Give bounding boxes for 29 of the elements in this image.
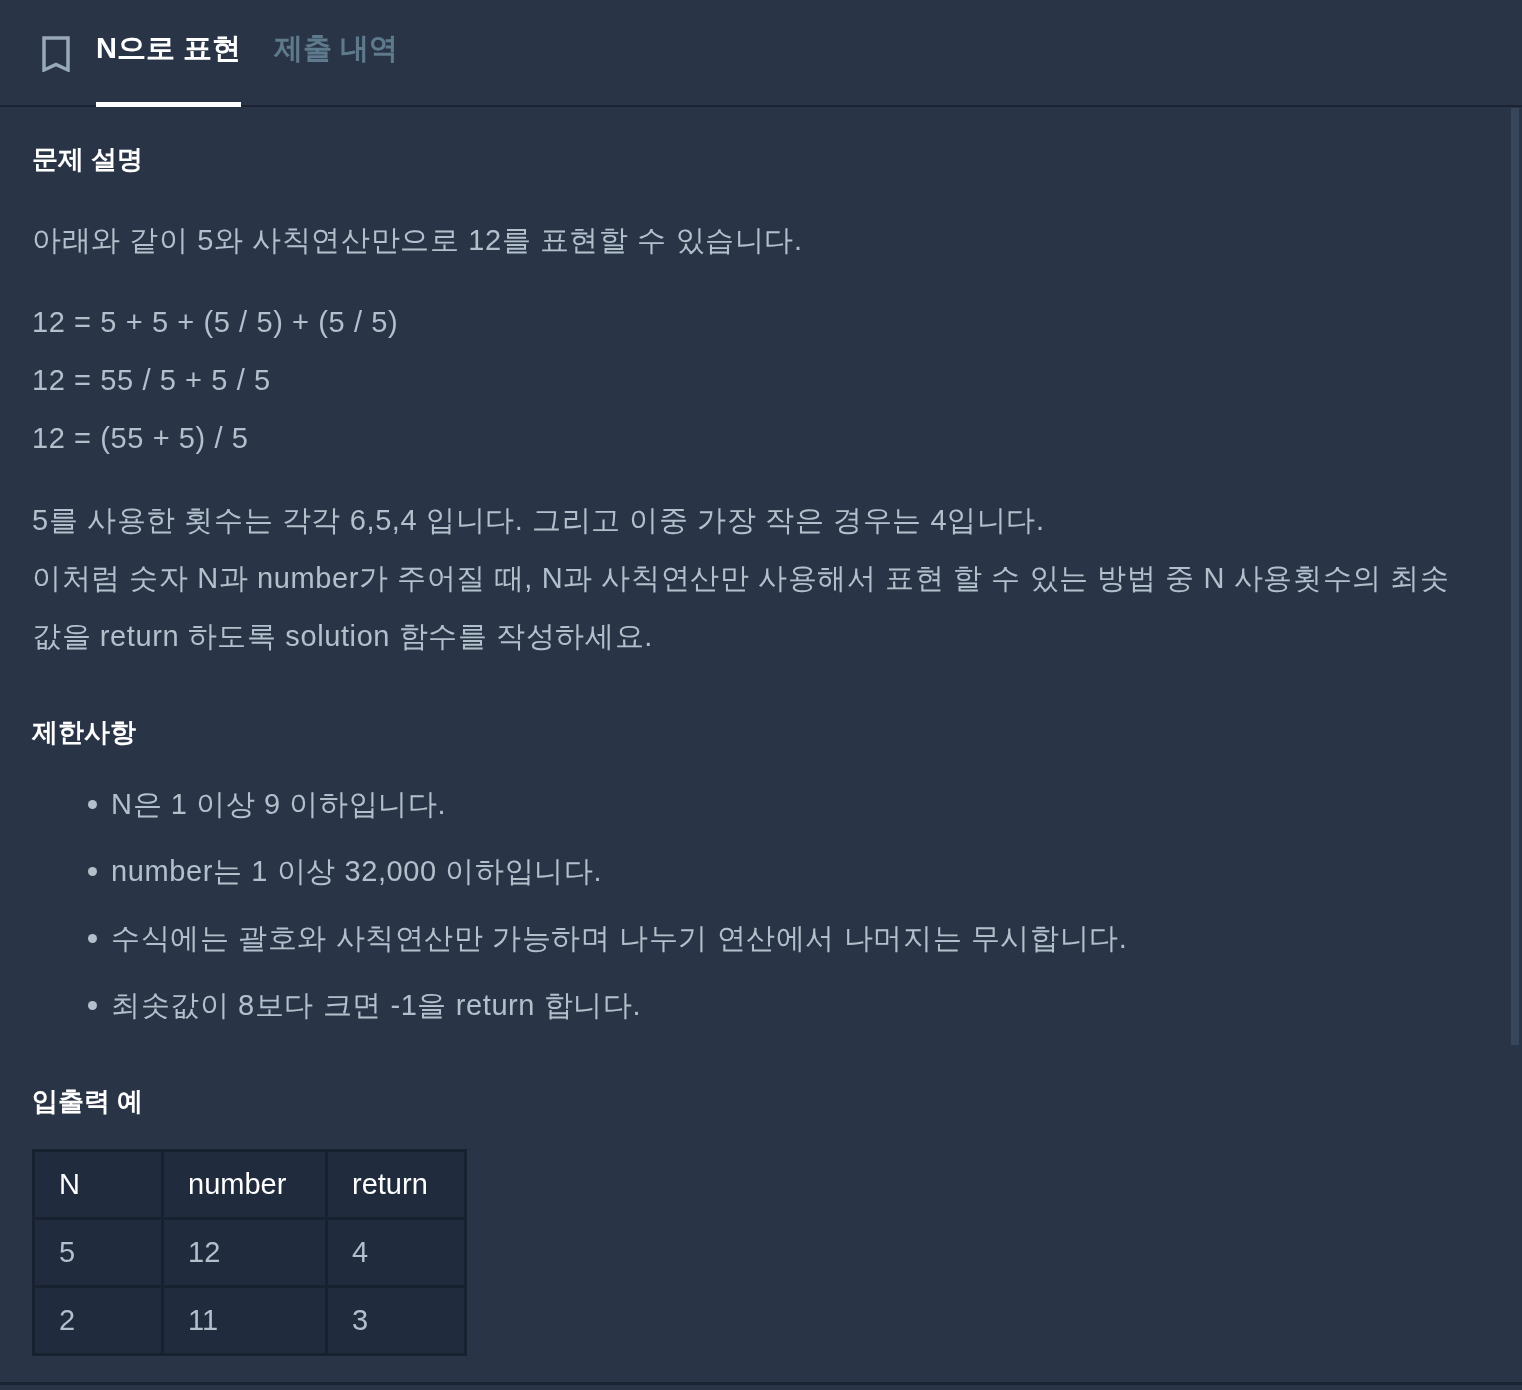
table-cell: 5 xyxy=(33,1218,163,1287)
bookmark-icon[interactable] xyxy=(42,35,70,72)
table-header-cell: return xyxy=(326,1150,466,1219)
table-cell: 11 xyxy=(162,1286,327,1355)
bullet-icon xyxy=(88,799,97,809)
scrollbar-thumb[interactable] xyxy=(1511,108,1519,1045)
section-heading: 제한사항 xyxy=(32,716,137,749)
list-item-text: 수식에는 괄호와 사칙연산만 가능하며 나누기 연산에서 나머지는 무시합니다. xyxy=(111,921,1128,956)
description-text: 5를 사용한 횟수는 각각 6,5,4 입니다. 그리고 이중 가장 작은 경우는 4입니다. xyxy=(32,503,1046,538)
table-cell: 4 xyxy=(326,1218,466,1287)
table-cell: 3 xyxy=(326,1286,466,1355)
table-cell: 2 xyxy=(33,1286,163,1355)
tab[interactable]: N으로 표현 xyxy=(96,0,241,107)
list-item-text: N은 1 이상 9 이하입니다. xyxy=(111,787,447,822)
description-text: 12 = 5 + 5 + (5 / 5) + (5 / 5) xyxy=(32,305,400,340)
table-cell: 12 xyxy=(162,1218,327,1287)
description-text: 12 = (55 + 5) / 5 xyxy=(32,421,250,456)
description-text: 이처럼 숫자 N과 number가 주어질 때, N과 사칙연산만 사용해서 표현 할 수 있는 방법 중 N 사용횟수의 최솟값을 return 하도록 solution 함수를 작성하세요. xyxy=(32,561,1451,654)
section-heading: 입출력 예 xyxy=(32,1085,145,1118)
list-item-text: number는 1 이상 32,000 이하입니다. xyxy=(111,854,603,889)
description-text: 12 = 55 / 5 + 5 / 5 xyxy=(32,363,272,398)
list-item-text: 최솟값이 8보다 크면 -1을 return 합니다. xyxy=(111,988,642,1023)
section-heading: 문제 설명 xyxy=(32,143,145,176)
bullet-icon xyxy=(88,866,97,876)
table-header-cell: number xyxy=(162,1150,327,1219)
description-text: 아래와 같이 5와 사칙연산만으로 12를 표현할 수 있습니다. xyxy=(32,223,804,258)
table-header-cell: N xyxy=(33,1150,163,1219)
bullet-icon xyxy=(88,1000,97,1010)
bullet-icon xyxy=(88,933,97,943)
